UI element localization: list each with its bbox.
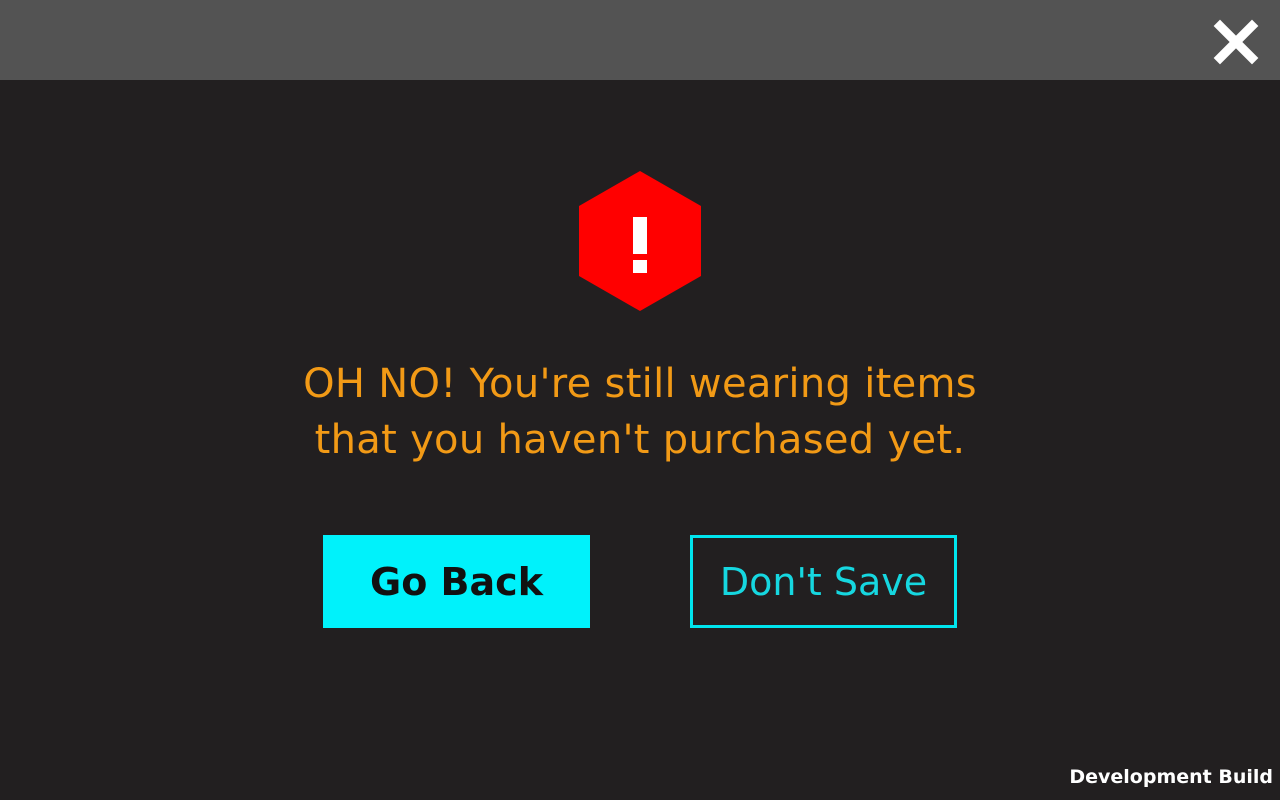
warning-message-line-1: OH NO! You're still wearing items	[303, 361, 977, 407]
close-button[interactable]	[1208, 14, 1264, 70]
warning-message: OH NO! You're still wearing items that y…	[240, 356, 1040, 468]
warning-hexagon-icon	[579, 171, 701, 311]
go-back-button[interactable]: Go Back	[323, 535, 590, 628]
development-build-label: Development Build	[1069, 766, 1273, 788]
unsaved-items-dialog-screen: OH NO! You're still wearing items that y…	[0, 0, 1280, 800]
close-icon	[1213, 19, 1259, 65]
warning-message-line-2: that you haven't purchased yet.	[314, 417, 966, 463]
dont-save-button[interactable]: Don't Save	[690, 535, 957, 628]
top-bar	[0, 0, 1280, 80]
